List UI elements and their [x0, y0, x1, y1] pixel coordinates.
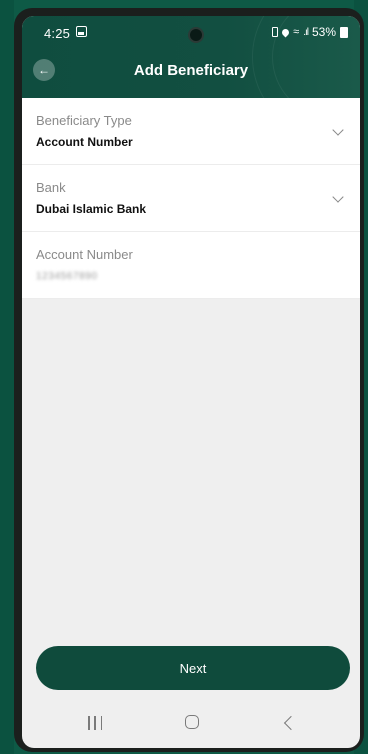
- phone-screen: 4:25 ≈ .ıl 53% ← Add Beneficiary Benefic…: [22, 16, 360, 748]
- beneficiary-form: Beneficiary Type Account Number Bank Dub…: [22, 98, 360, 299]
- page-title: Add Beneficiary: [133, 62, 249, 79]
- location-icon: [280, 27, 291, 37]
- status-time: 4:25: [44, 26, 71, 41]
- beneficiary-type-select[interactable]: Beneficiary Type Account Number: [22, 98, 360, 165]
- front-camera: [188, 27, 204, 43]
- image-notification-icon: [76, 26, 87, 37]
- app-header: 4:25 ≈ .ıl 53% ← Add Beneficiary: [22, 16, 360, 98]
- chevron-down-icon: [332, 124, 344, 136]
- signal-icon: .ıl: [303, 26, 309, 38]
- backdrop-left: [0, 0, 14, 754]
- status-bar: 4:25 ≈ .ıl 53%: [22, 16, 360, 50]
- system-nav-bar: [22, 704, 360, 748]
- recent-apps-icon[interactable]: [88, 716, 102, 730]
- field-label: Account Number: [36, 247, 133, 262]
- next-button[interactable]: Next: [36, 646, 350, 690]
- battery-saver-icon: [272, 27, 279, 37]
- bank-select[interactable]: Bank Dubai Islamic Bank: [22, 165, 360, 232]
- status-icons: ≈ .ıl 53%: [272, 25, 348, 39]
- account-number-field[interactable]: Account Number 1234567890: [22, 232, 360, 299]
- account-number-value[interactable]: 1234567890: [36, 271, 98, 282]
- field-value: Account Number: [36, 135, 133, 149]
- battery-percent: 53%: [311, 25, 336, 39]
- battery-icon: [340, 26, 348, 38]
- wifi-icon: ≈: [293, 26, 300, 38]
- chevron-down-icon: [332, 191, 344, 203]
- field-label: Bank: [36, 180, 66, 195]
- field-label: Beneficiary Type: [36, 113, 132, 128]
- home-icon[interactable]: [185, 715, 199, 729]
- field-value: Dubai Islamic Bank: [36, 202, 147, 216]
- nav-back-icon[interactable]: [283, 715, 299, 731]
